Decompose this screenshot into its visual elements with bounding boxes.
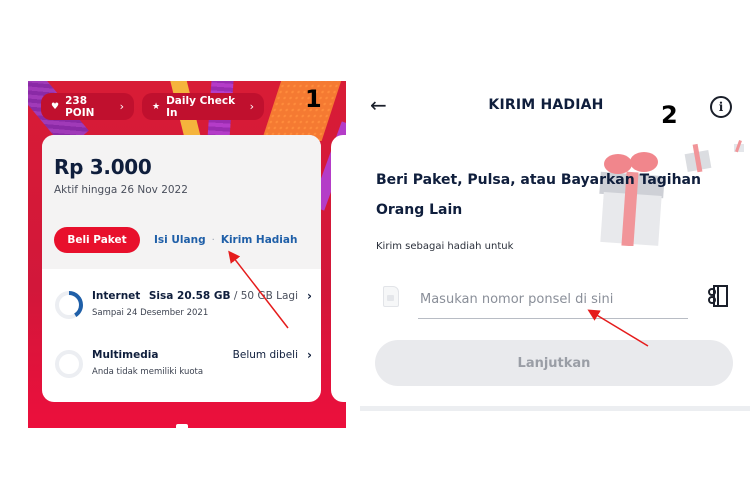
sim-card-icon [383, 286, 399, 307]
heart-icon: ♥ [51, 101, 60, 112]
quota-remaining-value: Sisa 20.58 GB [148, 290, 231, 302]
balance-amount: Rp 3.000 [54, 155, 152, 179]
recipient-label: Kirim sebagai hadiah untuk [376, 241, 514, 252]
quota-title: Multimedia [92, 349, 159, 361]
separator-dot: · [211, 234, 215, 246]
background-ribbon [261, 81, 345, 141]
chevron-right-icon[interactable]: › [307, 348, 312, 362]
nav-icon-stub [176, 424, 188, 428]
quota-progress-ring [55, 291, 83, 319]
send-gift-link[interactable]: Kirim Hadiah [221, 234, 298, 246]
phone-number-input[interactable] [418, 281, 688, 319]
balance-actions: Beli Paket Isi Ulang · Kirim Hadiah [54, 227, 297, 253]
panel-2-send-gift-screen: ← KIRIM HADIAH 2 i Beri Paket, Pulsa, at… [358, 81, 750, 421]
chevron-right-icon: › [119, 100, 124, 113]
step-number-label: 2 [661, 101, 678, 129]
next-card-peek[interactable] [331, 135, 346, 402]
info-icon[interactable]: i [710, 96, 732, 118]
quota-progress-ring [55, 350, 83, 378]
top-up-link[interactable]: Isi Ulang [154, 234, 206, 246]
panel-1-home-screen: 1 ♥ 238 POIN › ★ Daily Check In › Rp 3.0… [28, 81, 346, 428]
active-until-text: Aktif hingga 26 Nov 2022 [54, 184, 188, 196]
poin-chip-button[interactable]: ♥ 238 POIN › [41, 93, 134, 120]
quota-title: Internet [92, 290, 141, 302]
section-divider [360, 406, 750, 411]
star-icon: ★ [152, 101, 161, 112]
balance-section: Rp 3.000 Aktif hingga 26 Nov 2022 Beli P… [42, 135, 321, 269]
quota-total-value: / 50 GB Lagi [233, 290, 298, 302]
chevron-right-icon: › [249, 100, 254, 113]
buy-package-button[interactable]: Beli Paket [54, 227, 140, 253]
daily-checkin-label: Daily Check In [166, 94, 236, 119]
step-number-label: 1 [305, 85, 322, 113]
poin-label: 238 POIN [65, 94, 95, 119]
daily-checkin-chip-button[interactable]: ★ Daily Check In › [142, 93, 264, 120]
quota-remaining: Sisa 20.58 GB / 50 GB Lagi [149, 290, 298, 302]
continue-button[interactable]: Lanjutkan [375, 340, 733, 386]
quota-row-multimedia[interactable]: Multimedia Anda tidak memiliki kuota Bel… [54, 347, 312, 387]
quota-row-internet[interactable]: Internet Sampai 24 Desember 2021 Sisa 20… [54, 288, 312, 328]
contact-book-icon[interactable] [707, 284, 729, 308]
headline-text: Beri Paket, Pulsa, atau Bayarkan Tagihan… [376, 172, 701, 218]
quota-subtitle: Sampai 24 Desember 2021 [92, 308, 209, 318]
quota-status: Belum dibeli [232, 349, 298, 361]
balance-card: Rp 3.000 Aktif hingga 26 Nov 2022 Beli P… [42, 135, 321, 402]
chevron-right-icon[interactable]: › [307, 289, 312, 303]
quota-subtitle: Anda tidak memiliki kuota [92, 367, 204, 377]
